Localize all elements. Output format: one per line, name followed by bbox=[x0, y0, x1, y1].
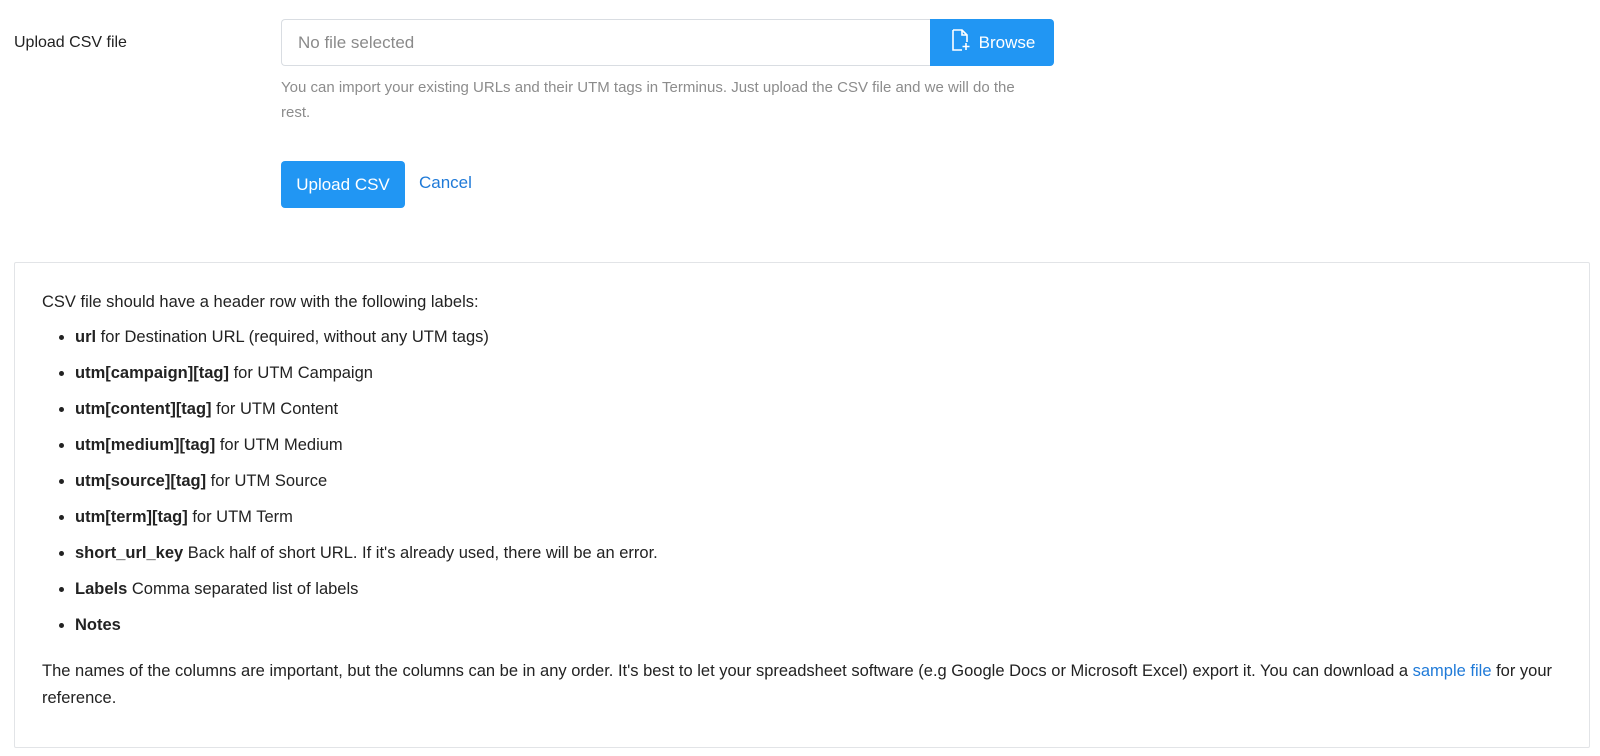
label-desc: for Destination URL (required, without a… bbox=[96, 328, 489, 346]
list-item: utm[source][tag] for UTM Source bbox=[75, 469, 658, 505]
browse-button[interactable]: Browse bbox=[930, 19, 1054, 66]
label-key: utm[source][tag] bbox=[75, 472, 207, 490]
label-key: short_url_key bbox=[75, 544, 184, 562]
list-item: Notes bbox=[75, 613, 658, 649]
label-key: utm[term][tag] bbox=[75, 508, 188, 526]
label-key: utm[medium][tag] bbox=[75, 436, 216, 454]
label-key: Notes bbox=[75, 616, 121, 634]
label-desc: for UTM Medium bbox=[215, 436, 343, 454]
upload-csv-button[interactable]: Upload CSV bbox=[281, 161, 405, 208]
browse-label: Browse bbox=[978, 32, 1036, 52]
label-key: utm[campaign][tag] bbox=[75, 364, 229, 382]
list-item: utm[content][tag] for UTM Content bbox=[75, 397, 658, 433]
list-item: url for Destination URL (required, witho… bbox=[75, 325, 658, 361]
label-key: url bbox=[75, 328, 97, 346]
header-label-list: url for Destination URL (required, witho… bbox=[42, 325, 658, 649]
csv-import-page: Upload CSV file No file selected Browse … bbox=[0, 0, 1600, 756]
label-desc: Comma separated list of labels bbox=[127, 580, 359, 598]
upload-csv-label: Upload CSV file bbox=[14, 34, 127, 51]
label-desc: for UTM Content bbox=[211, 400, 339, 418]
file-input[interactable]: No file selected bbox=[281, 19, 930, 66]
label-desc: for UTM Campaign bbox=[229, 364, 373, 382]
list-item: short_url_key Back half of short URL. If… bbox=[75, 541, 658, 577]
label-desc: for UTM Term bbox=[187, 508, 293, 526]
sample-file-link[interactable]: sample file bbox=[1413, 662, 1492, 680]
csv-format-info: CSV file should have a header row with t… bbox=[14, 262, 1590, 748]
upload-help-text: You can import your existing URLs and th… bbox=[281, 79, 1015, 121]
info-intro: CSV file should have a header row with t… bbox=[42, 293, 479, 311]
label-desc: Back half of short URL. If it's already … bbox=[183, 544, 658, 562]
file-picker: No file selected Browse bbox=[281, 19, 1054, 66]
label-desc: for UTM Source bbox=[206, 472, 328, 490]
list-item: Labels Comma separated list of labels bbox=[75, 577, 658, 613]
upload-form: Upload CSV file No file selected Browse … bbox=[0, 0, 1600, 240]
list-item: utm[term][tag] for UTM Term bbox=[75, 505, 658, 541]
outro-text: The names of the columns are important, … bbox=[42, 662, 1413, 680]
cancel-link[interactable]: Cancel bbox=[419, 173, 472, 193]
label-key: Labels bbox=[75, 580, 128, 598]
list-item: utm[campaign][tag] for UTM Campaign bbox=[75, 361, 658, 397]
label-key: utm[content][tag] bbox=[75, 400, 212, 418]
list-item: utm[medium][tag] for UTM Medium bbox=[75, 433, 658, 469]
info-outro: The names of the columns are important, … bbox=[42, 658, 1572, 712]
file-add-icon bbox=[949, 28, 971, 57]
